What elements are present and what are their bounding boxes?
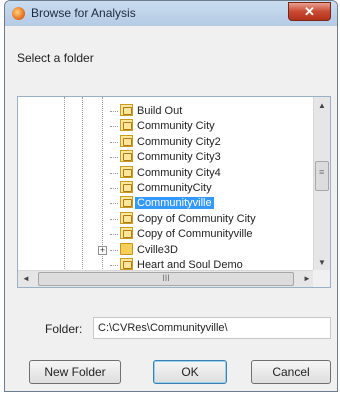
dialog-title: Browse for Analysis [31, 6, 136, 20]
project-icon [120, 134, 133, 147]
folder-label: Folder: [45, 322, 83, 336]
close-button[interactable]: ✕ [288, 2, 331, 21]
scroll-down-icon[interactable]: ▼ [314, 254, 330, 271]
project-icon [120, 165, 133, 178]
project-icon [120, 196, 133, 209]
tree-item[interactable]: Community City3 [120, 149, 221, 165]
cancel-button[interactable]: Cancel [251, 360, 331, 384]
tree-item[interactable]: CommunityCity [120, 180, 212, 196]
tree-connector [110, 265, 118, 266]
project-icon [120, 227, 133, 240]
new-folder-button[interactable]: New Folder [29, 360, 121, 384]
instruction-text: Select a folder [17, 51, 94, 65]
tree-item[interactable]: Copy of Communityville [120, 226, 253, 242]
tree-item[interactable]: Community City4 [120, 165, 221, 181]
tree-guide-line [82, 97, 83, 271]
tree-item[interactable]: Build Out [120, 103, 182, 119]
tree-item-label: Communityville [135, 197, 214, 210]
tree-item-label: Copy of Communityville [137, 228, 253, 241]
tree-connector [110, 234, 118, 236]
tree-item-label: CommunityCity [137, 182, 212, 194]
tree-connector [110, 172, 118, 174]
scroll-up-icon[interactable]: ▲ [314, 97, 330, 114]
project-icon [120, 119, 133, 132]
tree-item[interactable]: Copy of Community City [120, 211, 256, 227]
tree-guide-line [64, 97, 65, 271]
tree-connector [110, 218, 118, 220]
scroll-left-icon[interactable]: ◄ [18, 271, 34, 287]
browse-dialog: Browse for Analysis ✕ Select a folder Bu… [4, 0, 338, 392]
horizontal-scrollbar[interactable]: ◄ III ► [18, 270, 315, 287]
tree-item-label: Build Out [137, 105, 183, 117]
tree-item[interactable]: Community City [120, 118, 215, 134]
project-icon [120, 181, 133, 193]
vertical-scroll-thumb[interactable] [315, 161, 329, 191]
expand-icon[interactable]: + [98, 245, 107, 255]
tree-item-label: Copy of Community City [137, 212, 256, 225]
tree-connector [110, 111, 118, 112]
tree-item-label: Community City [137, 120, 215, 133]
project-icon [120, 211, 133, 224]
tree-item-label: Cville3D [137, 243, 178, 256]
folder-path-input[interactable]: C:\CVRes\Communityville\ [93, 317, 331, 339]
horizontal-scroll-thumb[interactable]: III [38, 272, 294, 286]
folder-icon [120, 242, 133, 255]
tree-connector [110, 126, 118, 128]
project-icon [120, 258, 133, 270]
app-icon [12, 7, 25, 20]
tree-connector [110, 141, 118, 143]
tree-item[interactable]: Cville3D [120, 242, 178, 258]
project-icon [120, 150, 133, 163]
project-icon [120, 104, 133, 116]
tree-connector [110, 203, 118, 205]
scrollbar-corner [313, 270, 330, 287]
tree-item-label: Community City2 [137, 135, 221, 148]
tree-connector [110, 157, 118, 159]
vertical-scrollbar[interactable]: ▲ ▼ [313, 97, 330, 271]
tree-connector [110, 188, 118, 189]
title-bar[interactable]: Browse for Analysis ✕ [5, 1, 337, 26]
tree-item[interactable]: Community City2 [120, 134, 221, 150]
dialog-body: Select a folder Build Out Community City C… [5, 26, 337, 391]
ok-button[interactable]: OK [153, 360, 227, 384]
tree-item[interactable]: Communityville [120, 195, 214, 211]
tree-item-label: Community City3 [137, 151, 221, 164]
folder-tree[interactable]: Build Out Community City Community City2 Co… [17, 96, 331, 288]
tree-item-label: Community City4 [137, 166, 221, 179]
tree-connector [110, 249, 118, 251]
